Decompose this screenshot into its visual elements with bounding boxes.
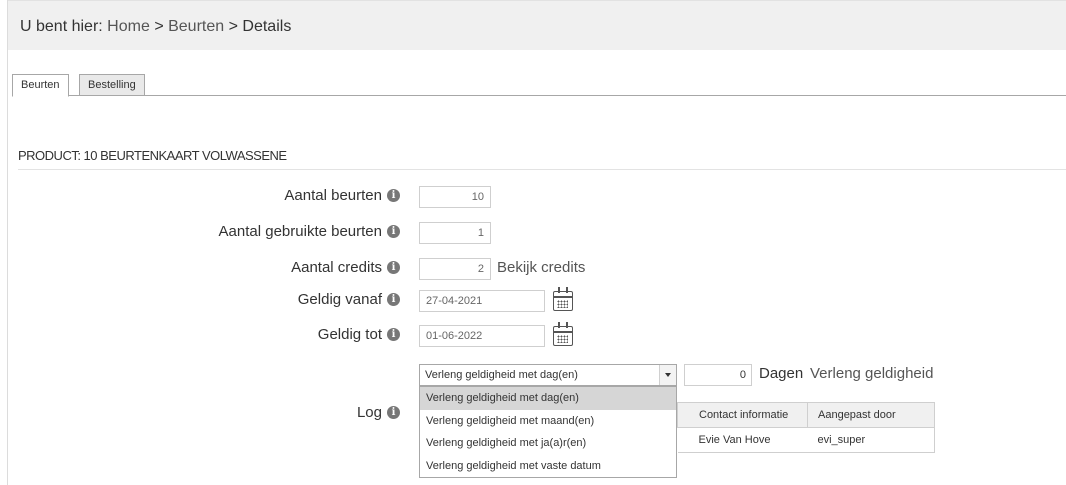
section-divider: [18, 169, 1066, 170]
breadcrumb: U bent hier: Home > Beurten > Details: [20, 18, 291, 36]
chevron-down-icon[interactable]: [659, 365, 676, 385]
info-icon[interactable]: i: [387, 225, 400, 238]
column-header[interactable]: Aangepast door: [807, 402, 935, 428]
aantal-beurten-field[interactable]: 10: [419, 186, 491, 208]
geldig-tot-label: Geldig tot i: [318, 326, 400, 343]
breadcrumb-home-link[interactable]: Home: [107, 18, 150, 35]
tab-bestelling[interactable]: Bestelling: [79, 74, 145, 96]
log-table: Contact informatie Aangepast door Evie V…: [677, 402, 935, 453]
days-input[interactable]: 0: [684, 364, 752, 386]
extend-type-select[interactable]: Verleng geldigheid met dag(en): [419, 364, 677, 386]
column-header[interactable]: Contact informatie: [677, 402, 808, 428]
info-icon[interactable]: i: [387, 293, 400, 306]
aantal-credits-label-text: Aantal credits: [291, 259, 382, 276]
log-label-text: Log: [356, 404, 382, 421]
aantal-gebruikte-beurten-label: Aantal gebruikte beurten i: [219, 223, 400, 240]
tab-divider: [12, 95, 1066, 96]
dropdown-option[interactable]: Verleng geldigheid met ja(a)r(en): [420, 432, 676, 455]
calendar-icon[interactable]: [553, 322, 573, 346]
table-cell: evi_super: [807, 427, 935, 453]
breadcrumb-prefix: U bent hier:: [20, 18, 103, 35]
info-icon[interactable]: i: [387, 261, 400, 274]
info-icon[interactable]: i: [387, 328, 400, 341]
geldig-vanaf-label-text: Geldig vanaf: [297, 291, 382, 308]
log-label: Log i: [357, 404, 400, 421]
breadcrumb-bar: U bent hier: Home > Beurten > Details: [8, 0, 1066, 50]
geldig-tot-label-text: Geldig tot: [317, 326, 382, 343]
calendar-icon[interactable]: [553, 287, 573, 311]
aantal-credits-field[interactable]: 2: [419, 258, 491, 280]
table-header-row: Contact informatie Aangepast door: [677, 402, 935, 428]
aantal-credits-label: Aantal credits i: [291, 259, 400, 276]
tab-beurten[interactable]: Beurten: [12, 74, 69, 97]
geldig-vanaf-input[interactable]: 27-04-2021: [419, 290, 545, 312]
dropdown-option[interactable]: Verleng geldigheid met vaste datum: [420, 455, 676, 478]
aantal-gebruikte-label-text: Aantal gebruikte beurten: [218, 223, 382, 240]
table-cell: Evie Van Hove: [677, 427, 808, 453]
breadcrumb-separator: >: [154, 18, 164, 35]
info-icon[interactable]: i: [387, 406, 400, 419]
extend-validity-link[interactable]: Verleng geldigheid: [810, 365, 933, 382]
geldig-tot-input[interactable]: 01-06-2022: [419, 325, 545, 347]
geldig-vanaf-label: Geldig vanaf i: [298, 291, 400, 308]
page-left-border: [7, 0, 8, 485]
breadcrumb-current: Details: [242, 18, 292, 35]
table-row: Evie Van Hove evi_super: [677, 427, 935, 453]
extend-type-dropdown: Verleng geldigheid met dag(en) Verleng g…: [419, 386, 677, 478]
aantal-beurten-label-text: Aantal beurten: [284, 187, 382, 204]
breadcrumb-separator: >: [228, 18, 238, 35]
dropdown-option[interactable]: Verleng geldigheid met maand(en): [420, 410, 676, 433]
extend-type-selected: Verleng geldigheid met dag(en): [425, 369, 578, 381]
info-icon[interactable]: i: [387, 189, 400, 202]
product-title: PRODUCT: 10 BEURTENKAART VOLWASSENE: [18, 148, 287, 163]
aantal-gebruikte-beurten-field[interactable]: 1: [419, 222, 491, 244]
aantal-beurten-label: Aantal beurten i: [284, 187, 400, 204]
breadcrumb-beurten-link[interactable]: Beurten: [168, 18, 224, 35]
dropdown-option[interactable]: Verleng geldigheid met dag(en): [420, 387, 676, 410]
bekijk-credits-link[interactable]: Bekijk credits: [497, 259, 585, 276]
days-label: Dagen: [759, 365, 804, 382]
